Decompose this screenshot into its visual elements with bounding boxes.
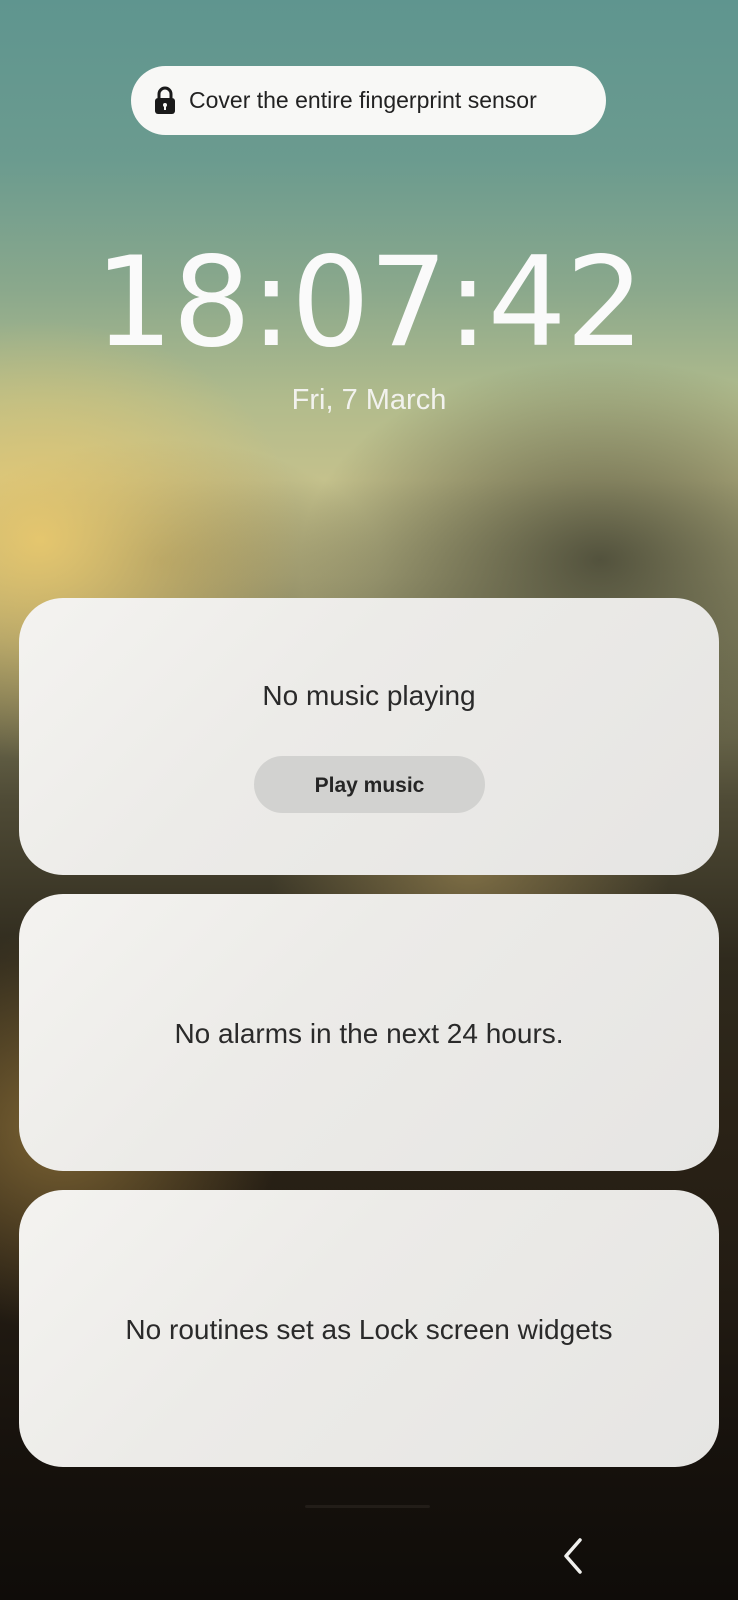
alarm-widget[interactable]: No alarms in the next 24 hours. [19,894,719,1171]
alarm-status-text: No alarms in the next 24 hours. [174,1018,564,1049]
fingerprint-hint-pill: Cover the entire fingerprint sensor [131,66,606,135]
chevron-left-icon [564,1538,582,1574]
routines-widget[interactable]: No routines set as Lock screen widgets [19,1190,719,1467]
fingerprint-hint-text: Cover the entire fingerprint sensor [189,87,537,113]
back-button[interactable] [556,1536,592,1576]
music-status-text: No music playing [262,680,476,711]
lock-icon [153,86,177,116]
home-indicator[interactable] [305,1505,430,1508]
music-widget[interactable]: No music playing Play music [19,598,719,875]
play-music-button[interactable]: Play music [254,756,485,813]
lock-screen-clock[interactable]: 18:07:42 [0,238,738,368]
lock-screen-date: Fri, 7 March [291,384,447,416]
routines-status-text: No routines set as Lock screen widgets [125,1314,613,1345]
